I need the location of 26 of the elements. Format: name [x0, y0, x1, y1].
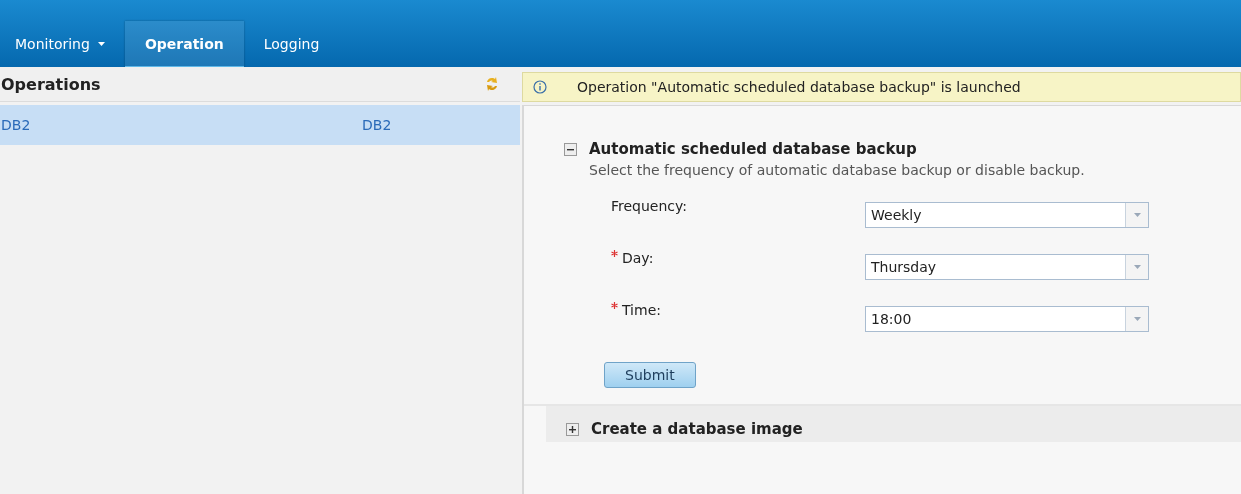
dropdown-field[interactable]: 18:00 [865, 306, 1149, 332]
submit-button[interactable]: Submit [604, 362, 696, 388]
info-icon [533, 80, 547, 94]
field-label: Day: [622, 250, 654, 266]
dropdown-arrow-icon [1133, 265, 1141, 269]
notice-text: Operation "Automatic scheduled database backup" is launched [577, 79, 1021, 95]
panel-title: Operations [1, 74, 101, 94]
dropdown-field[interactable]: Thursday [865, 254, 1149, 280]
table-cell-text: DB2 [362, 117, 393, 133]
expand-icon[interactable] [566, 422, 579, 436]
table-cell-text: DB2 [1, 117, 32, 133]
field-label: Time: [622, 302, 661, 318]
dropdown-arrow-icon [1133, 317, 1141, 321]
dropdown-arrow-icon [1133, 213, 1141, 217]
dropdown-field[interactable]: Weekly [865, 202, 1149, 228]
required-icon [611, 250, 618, 257]
nav-tab[interactable]: Logging [243, 21, 340, 69]
required-icon [611, 302, 618, 309]
section-title: Automatic scheduled database backup [589, 140, 917, 158]
collapse-icon[interactable] [564, 142, 577, 156]
section-title: Create a database image [591, 420, 803, 438]
nav-tab[interactable]: Monitoring [5, 21, 125, 69]
field-label: Frequency: [611, 198, 688, 214]
operation-row[interactable]: DB2 DB2 [0, 105, 520, 145]
caret-icon [97, 41, 105, 46]
section-description: Select the frequency of automatic database backup or disable backup. [589, 162, 1086, 178]
